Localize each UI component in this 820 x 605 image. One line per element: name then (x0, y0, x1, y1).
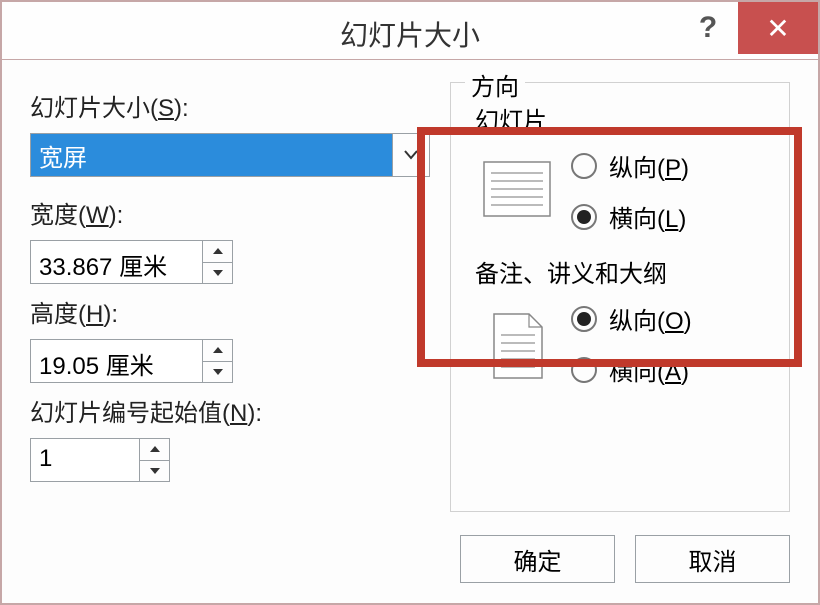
height-label: 高度(H): (30, 294, 430, 329)
radio-label: 纵向(O) (609, 301, 692, 336)
radio-icon (571, 306, 597, 332)
start-down-button[interactable] (140, 461, 169, 482)
triangle-up-icon (212, 346, 224, 354)
height-down-button[interactable] (203, 362, 232, 383)
radio-icon (571, 357, 597, 383)
radio-label: 横向(A) (609, 352, 689, 387)
triangle-up-icon (149, 445, 161, 453)
slide-size-dialog: 幻灯片大小 ? ✕ 幻灯片大小(S): 宽屏 宽度(W): 33.867 厘米 (0, 0, 820, 605)
dialog-body: 幻灯片大小(S): 宽屏 宽度(W): 33.867 厘米 高度(H): (2, 60, 818, 603)
start-up-button[interactable] (140, 439, 169, 461)
height-spinner-buttons (202, 340, 232, 382)
start-number-spinner-buttons (139, 439, 169, 481)
height-spinner[interactable]: 19.05 厘米 (30, 339, 233, 383)
start-number-spinner[interactable]: 1 (30, 438, 170, 482)
dialog-buttons: 确定 取消 (460, 535, 790, 583)
cancel-button[interactable]: 取消 (635, 535, 790, 583)
slides-orientation-row: 纵向(P) 横向(L) (475, 148, 771, 234)
triangle-up-icon (212, 247, 224, 255)
dialog-title: 幻灯片大小 (340, 14, 480, 54)
right-column: 方向 幻灯片 纵向(P) (450, 82, 790, 512)
orientation-legend: 方向 (465, 67, 525, 102)
chevron-down-icon (404, 150, 418, 160)
width-spinner[interactable]: 33.867 厘米 (30, 240, 233, 284)
landscape-page-icon (483, 154, 551, 224)
slides-landscape-radio[interactable]: 横向(L) (571, 199, 689, 234)
titlebar-buttons: ? ✕ (678, 2, 818, 54)
radio-label: 横向(L) (609, 199, 686, 234)
left-column: 幻灯片大小(S): 宽屏 宽度(W): 33.867 厘米 高度(H): (30, 82, 430, 490)
notes-radio-group: 纵向(O) 横向(A) (571, 301, 692, 387)
radio-icon (571, 204, 597, 230)
width-value[interactable]: 33.867 厘米 (31, 241, 202, 283)
slide-size-combo[interactable]: 宽屏 (30, 133, 430, 177)
width-spinner-buttons (202, 241, 232, 283)
triangle-down-icon (212, 368, 224, 376)
close-button[interactable]: ✕ (738, 2, 818, 54)
slide-size-value[interactable]: 宽屏 (30, 133, 392, 177)
triangle-down-icon (149, 467, 161, 475)
orientation-group: 方向 幻灯片 纵向(P) (450, 82, 790, 512)
notes-portrait-radio[interactable]: 纵向(O) (571, 301, 692, 336)
radio-icon (571, 153, 597, 179)
height-value[interactable]: 19.05 厘米 (31, 340, 202, 382)
slide-size-label: 幻灯片大小(S): (30, 88, 430, 123)
start-number-value[interactable]: 1 (31, 439, 139, 481)
notes-orientation-row: 纵向(O) 横向(A) (475, 301, 771, 387)
notes-subgroup-title: 备注、讲义和大纲 (475, 254, 771, 289)
slides-portrait-radio[interactable]: 纵向(P) (571, 148, 689, 183)
slides-subgroup-title: 幻灯片 (475, 101, 771, 136)
width-down-button[interactable] (203, 263, 232, 284)
help-button[interactable]: ? (678, 2, 738, 54)
width-label: 宽度(W): (30, 195, 430, 230)
radio-label: 纵向(P) (609, 148, 689, 183)
width-up-button[interactable] (203, 241, 232, 263)
triangle-down-icon (212, 269, 224, 277)
height-up-button[interactable] (203, 340, 232, 362)
slides-radio-group: 纵向(P) 横向(L) (571, 148, 689, 234)
titlebar: 幻灯片大小 ? ✕ (2, 2, 818, 60)
slide-size-dropdown-button[interactable] (392, 133, 430, 177)
notes-landscape-radio[interactable]: 横向(A) (571, 352, 692, 387)
start-number-label: 幻灯片编号起始值(N): (30, 393, 430, 428)
ok-button[interactable]: 确定 (460, 535, 615, 583)
portrait-page-icon (493, 307, 543, 385)
